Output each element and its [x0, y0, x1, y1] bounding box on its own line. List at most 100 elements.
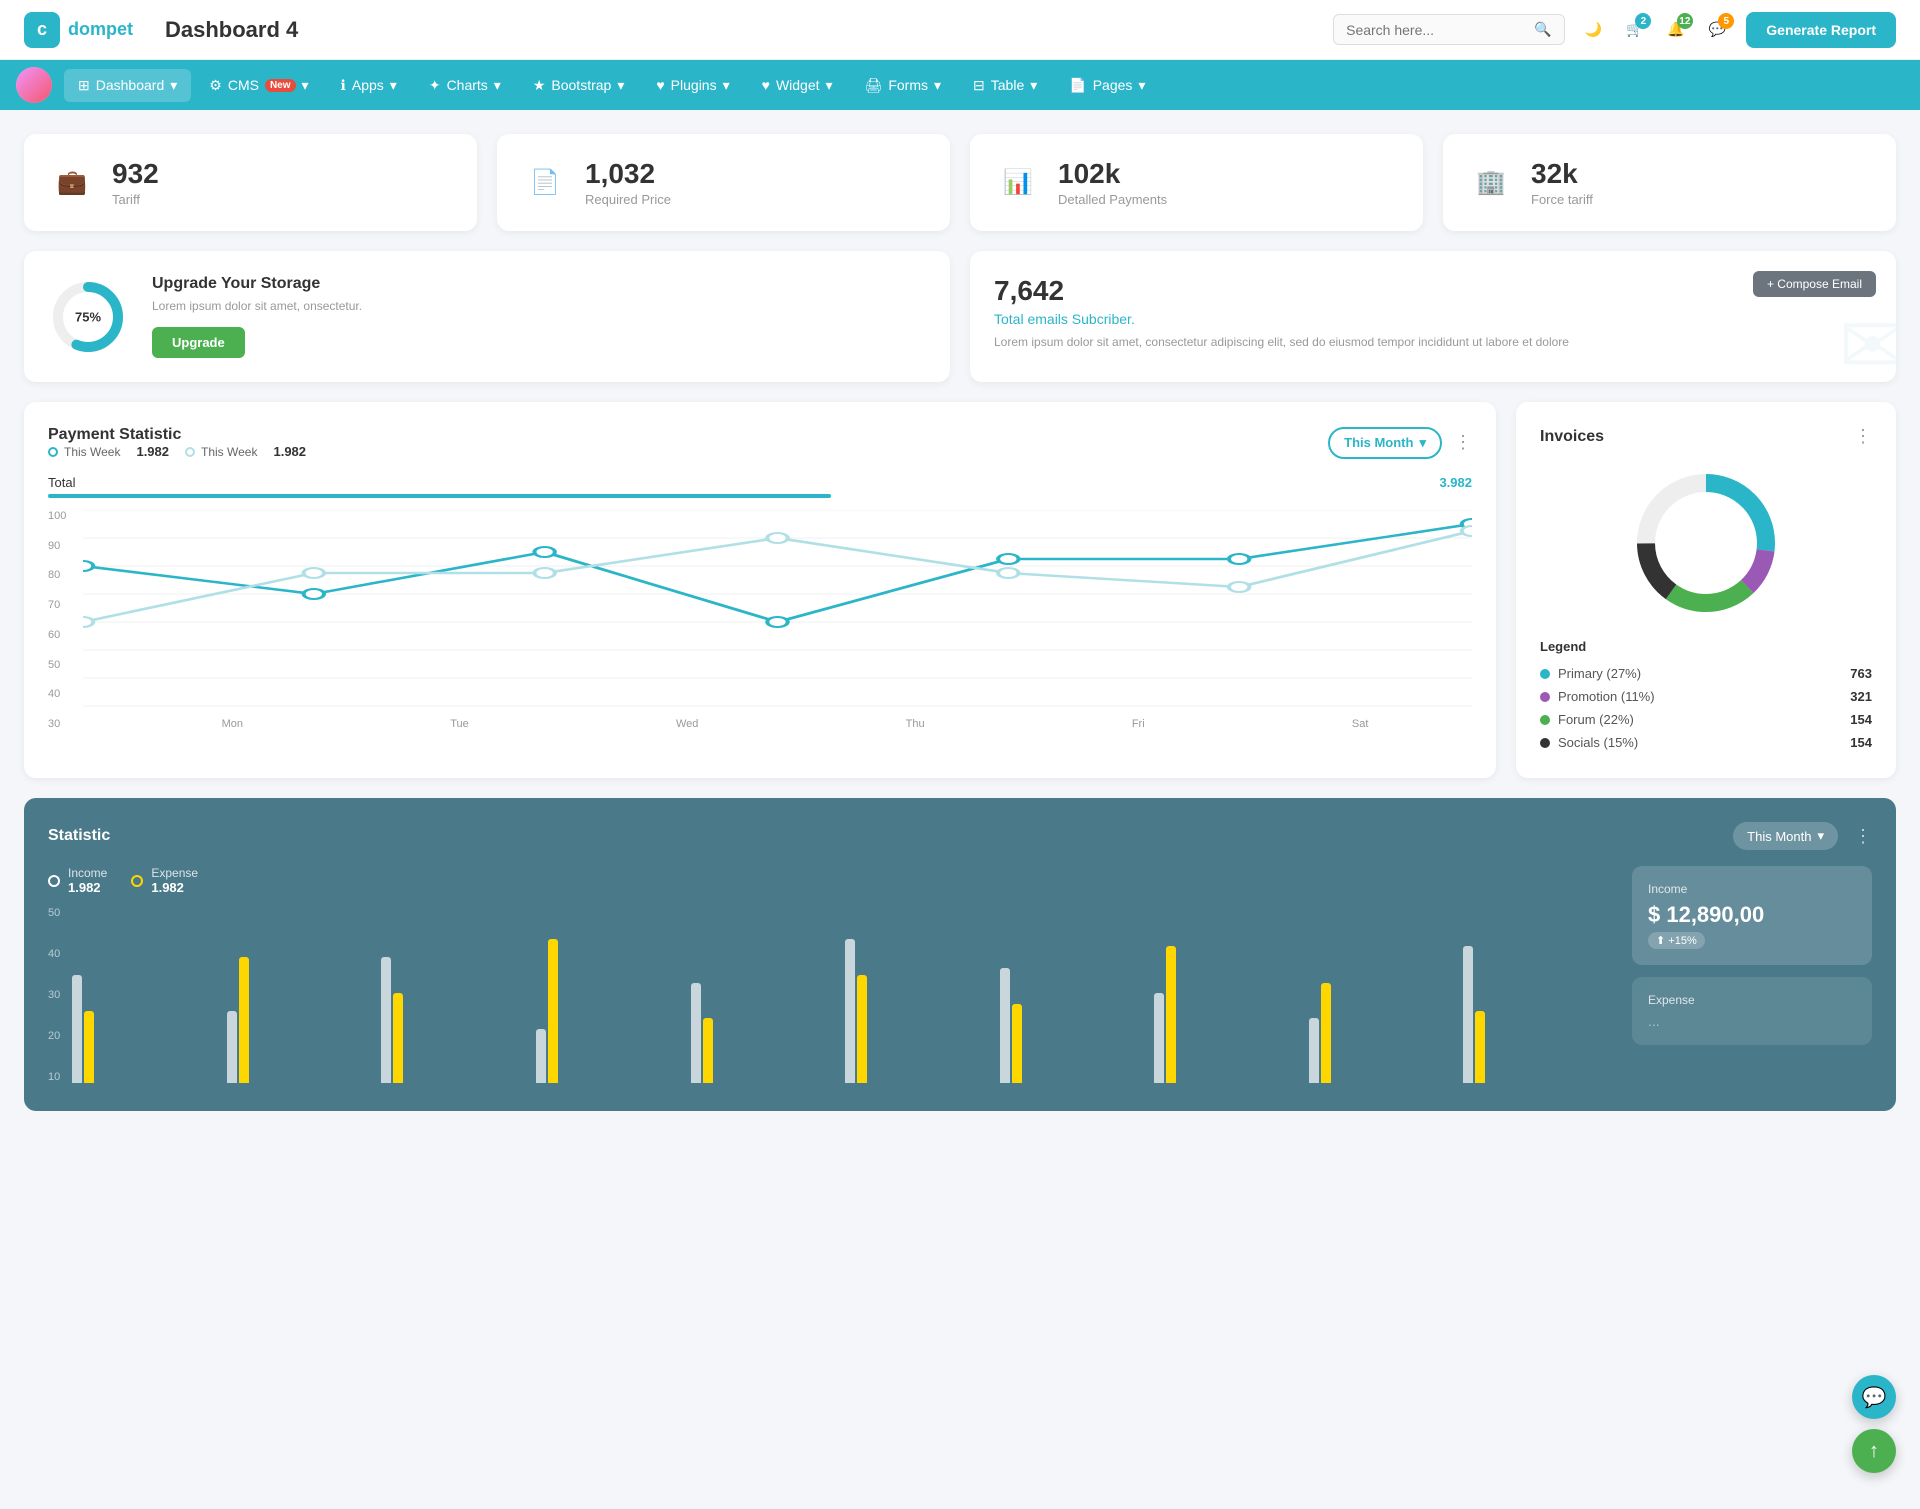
statistic-month-filter[interactable]: This Month ▾: [1733, 822, 1838, 850]
bar-yellow: [703, 1018, 713, 1083]
page-title: Dashboard 4: [165, 17, 298, 43]
bar-white: [1309, 1018, 1319, 1083]
y-label: 70: [48, 599, 78, 611]
email-description: Lorem ipsum dolor sit amet, consectetur …: [994, 335, 1872, 349]
bar-yellow: [84, 1011, 94, 1083]
force-tariff-icon: 🏢: [1467, 159, 1515, 207]
expense-indicator-info: Expense 1.982: [151, 866, 198, 895]
invoices-title: Invoices: [1540, 428, 1604, 446]
chevron-down-icon: ▾: [494, 77, 501, 94]
chevron-down-icon: ▾: [1138, 77, 1145, 94]
bar-groups: [72, 907, 1608, 1083]
y-label: 30: [48, 989, 60, 1001]
expense-indicator-circle: [131, 875, 143, 887]
promotion-label: Promotion (11%): [1558, 689, 1655, 704]
chevron-down-icon: ▾: [1030, 77, 1037, 94]
chevron-down-icon: ▾: [170, 77, 177, 94]
legend-row-left: Primary (27%): [1540, 666, 1641, 681]
storage-description: Lorem ipsum dolor sit amet, onsectetur.: [152, 299, 362, 313]
sidebar-item-bootstrap[interactable]: ★ Bootstrap ▾: [519, 69, 639, 102]
income-change-value: +15%: [1668, 935, 1696, 947]
sidebar-item-label: Widget: [776, 77, 820, 93]
sidebar-item-label: Plugins: [671, 77, 717, 93]
total-row: Total 3.982: [48, 475, 1472, 490]
compose-email-button[interactable]: + Compose Email: [1753, 271, 1876, 297]
sidebar-item-cms[interactable]: ⚙ CMS New ▾: [195, 69, 322, 102]
y-label: 100: [48, 510, 78, 522]
legend-dot-2: [185, 447, 195, 457]
forum-color: [1540, 715, 1550, 725]
detailed-payments-label: Detalled Payments: [1058, 192, 1167, 207]
legend-row-forum: Forum (22%) 154: [1540, 708, 1872, 731]
legend-row-socials: Socials (15%) 154: [1540, 731, 1872, 754]
chevron-down-icon: ▾: [1817, 828, 1824, 844]
y-label: 50: [48, 659, 78, 671]
total-progress-bar: [48, 494, 831, 498]
promotion-color: [1540, 692, 1550, 702]
scroll-top-button[interactable]: ↑: [1852, 1429, 1896, 1473]
income-indicator-info: Income 1.982: [68, 866, 107, 895]
search-icon: 🔍: [1534, 21, 1551, 38]
sidebar-item-pages[interactable]: 📄 Pages ▾: [1055, 69, 1159, 102]
dark-mode-toggle[interactable]: 🌙: [1581, 17, 1606, 42]
sidebar-item-forms[interactable]: 🖨 Forms ▾: [851, 69, 955, 102]
income-indicator-label: Income: [68, 866, 107, 880]
search-input[interactable]: [1346, 22, 1526, 38]
sidebar-item-apps[interactable]: ℹ Apps ▾: [327, 69, 411, 102]
y-label: 40: [48, 948, 60, 960]
navbar: ⊞ Dashboard ▾ ⚙ CMS New ▾ ℹ Apps ▾ ✦ Cha…: [0, 60, 1920, 110]
statistic-side: Income $ 12,890,00 ⬆ +15% Expense ...: [1632, 866, 1872, 1087]
y-label: 30: [48, 718, 78, 730]
generate-report-button[interactable]: Generate Report: [1746, 12, 1896, 48]
storage-card: 75% Upgrade Your Storage Lorem ipsum dol…: [24, 251, 950, 382]
invoices-more-icon[interactable]: ⋮: [1854, 426, 1872, 447]
legend-label-1: This Week: [64, 445, 120, 459]
income-change-badge: ⬆ +15%: [1648, 932, 1705, 949]
x-label-sat: Sat: [1352, 718, 1369, 730]
bar-white: [691, 983, 701, 1083]
bar-yellow: [1166, 946, 1176, 1083]
chevron-down-icon: ▾: [390, 77, 397, 94]
sidebar-item-table[interactable]: ⊟ Table ▾: [959, 69, 1051, 102]
sidebar-item-dashboard[interactable]: ⊞ Dashboard ▾: [64, 69, 191, 102]
tariff-value: 932: [112, 158, 159, 190]
more-options-icon[interactable]: ⋮: [1454, 432, 1472, 453]
bell-icon[interactable]: 🔔 12: [1663, 17, 1688, 42]
this-month-filter[interactable]: This Month ▾: [1328, 427, 1442, 459]
cart-icon[interactable]: 🛒 2: [1622, 17, 1647, 42]
sidebar-item-widget[interactable]: ♥ Widget ▾: [748, 69, 847, 102]
statistic-content: Income 1.982 Expense 1.982: [48, 866, 1872, 1087]
main-content: 💼 932 Tariff 📄 1,032 Required Price 📊 10…: [0, 110, 1920, 1135]
income-box-label: Income: [1648, 882, 1856, 896]
y-label: 60: [48, 629, 78, 641]
chat-float-button[interactable]: 💬: [1852, 1375, 1896, 1419]
bar-white: [381, 957, 391, 1083]
storage-percentage: 75%: [75, 309, 101, 324]
upgrade-button[interactable]: Upgrade: [152, 327, 245, 358]
y-axis: 100 90 80 70 60 50 40 30: [48, 510, 78, 730]
chat-icon[interactable]: 💬 5: [1705, 17, 1730, 42]
statistic-more-icon[interactable]: ⋮: [1854, 826, 1872, 847]
statistic-indicators: Income 1.982 Expense 1.982: [48, 866, 1608, 895]
legend-row-left: Socials (15%): [1540, 735, 1638, 750]
search-box[interactable]: 🔍: [1333, 14, 1564, 45]
sidebar-item-label: Dashboard: [96, 77, 165, 93]
total-value: 3.982: [1439, 475, 1472, 490]
logo-text: dompet: [68, 19, 133, 40]
legend-label-2: This Week: [201, 445, 257, 459]
income-amount: $ 12,890,00: [1648, 902, 1856, 928]
stat-card-force-tariff: 🏢 32k Force tariff: [1443, 134, 1896, 231]
y-label: 50: [48, 907, 60, 919]
y-label: 10: [48, 1071, 60, 1083]
sidebar-item-charts[interactable]: ✦ Charts ▾: [415, 69, 515, 102]
statistic-chart-area: Income 1.982 Expense 1.982: [48, 866, 1608, 1087]
expense-box-label: Expense: [1648, 993, 1856, 1007]
tariff-icon: 💼: [48, 159, 96, 207]
income-indicator-value: 1.982: [68, 880, 107, 895]
bar-white: [1463, 946, 1473, 1083]
sidebar-item-plugins[interactable]: ♥ Plugins ▾: [642, 69, 743, 102]
sidebar-item-label: Forms: [888, 77, 928, 93]
legend-header: Legend: [1540, 639, 1872, 654]
stat-card-detailed-payments: 📊 102k Detalled Payments: [970, 134, 1423, 231]
socials-label: Socials (15%): [1558, 735, 1638, 750]
